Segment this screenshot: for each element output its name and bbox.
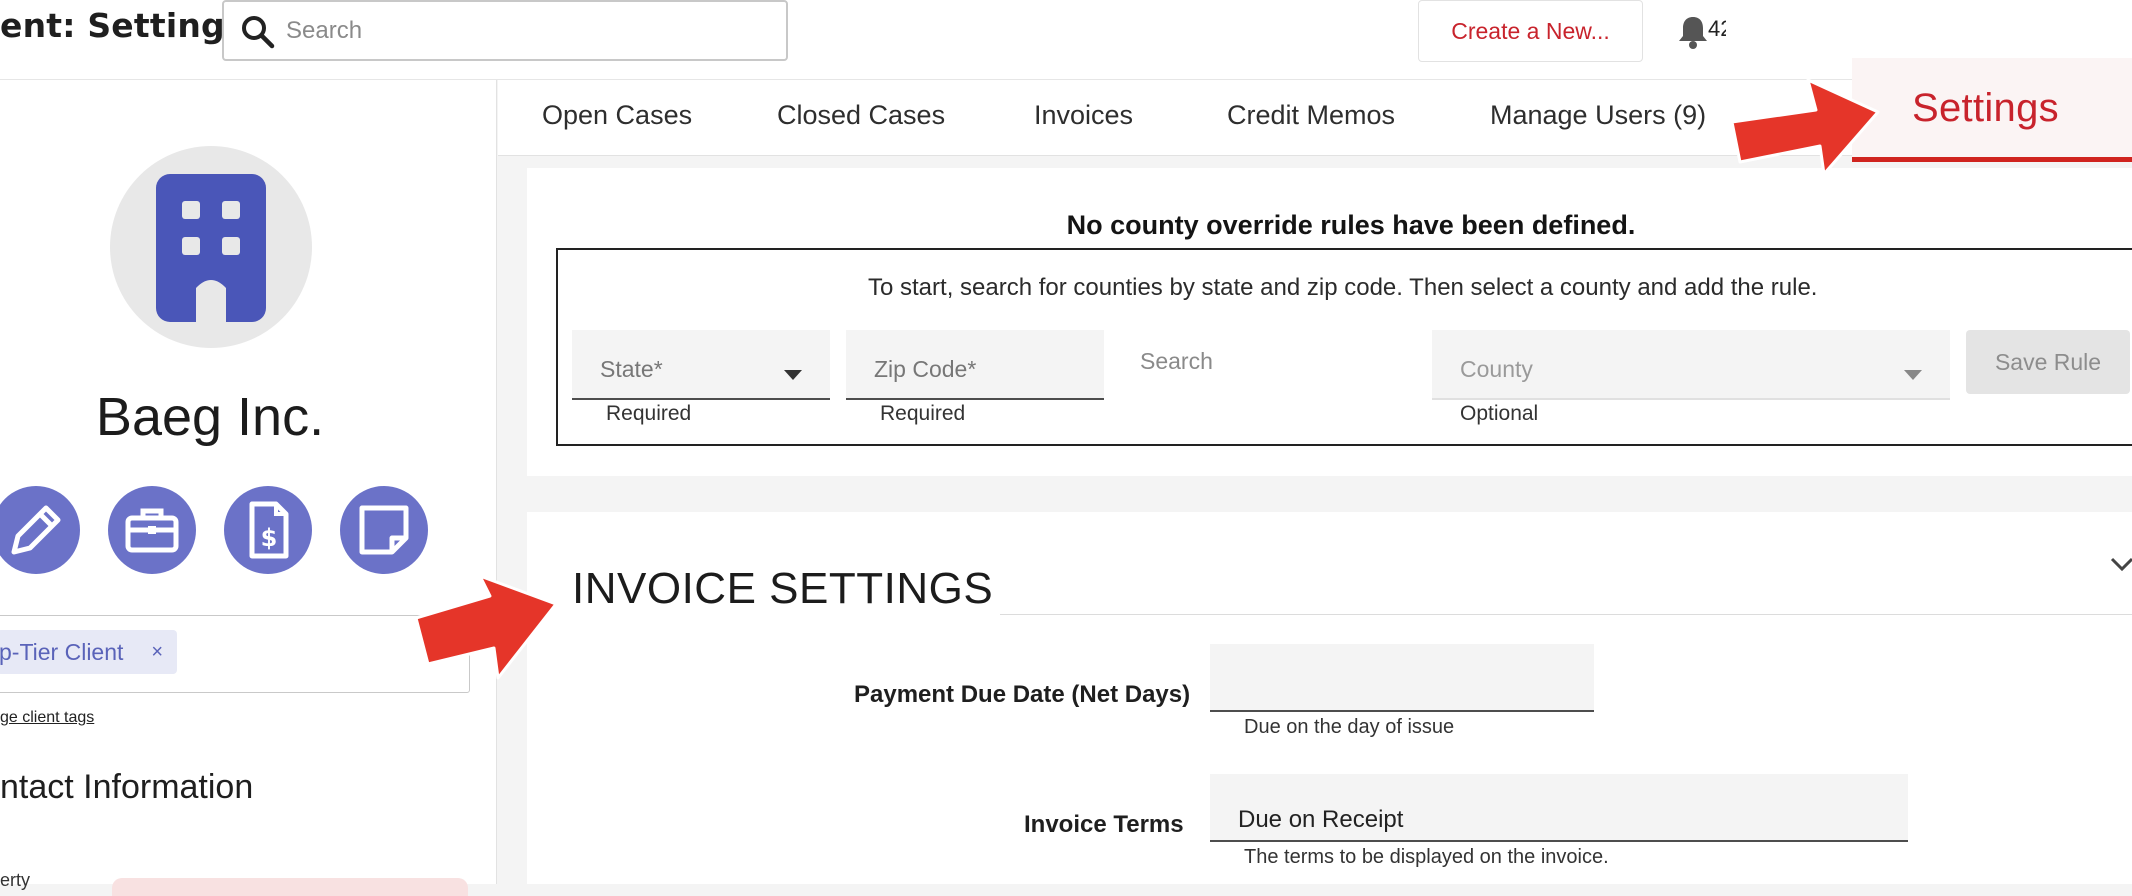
no-rules-message: No county override rules have been defin… — [1066, 210, 1636, 240]
page-title: ent: Settings — [0, 6, 245, 45]
tab-open-cases[interactable]: Open Cases — [542, 100, 692, 131]
payment-due-help: Due on the day of issue — [1244, 716, 1455, 738]
payment-due-label: Payment Due Date (Net Days) — [854, 681, 1191, 708]
state-help-text: Required — [606, 402, 692, 425]
client-tags-field[interactable]: p-Tier Client × — [0, 615, 470, 693]
remove-tag-icon[interactable]: × — [151, 630, 163, 674]
tab-closed-cases[interactable]: Closed Cases — [777, 100, 945, 131]
avatar — [110, 146, 312, 348]
search-input[interactable] — [286, 10, 766, 52]
invoice-document-icon: $ — [249, 501, 289, 559]
briefcase-icon — [125, 508, 179, 553]
chevron-down-icon[interactable] — [2106, 550, 2132, 576]
invoice-button[interactable]: $ — [224, 486, 312, 574]
annotation-arrow-icon — [1730, 78, 1880, 176]
manage-tags-link[interactable]: ge client tags — [0, 709, 94, 727]
county-select[interactable]: County — [1432, 330, 1950, 400]
tab-manage-users[interactable]: Manage Users (9) — [1490, 100, 1706, 131]
county-help-text: Optional — [1460, 402, 1539, 425]
county-search-button[interactable]: Search — [1140, 348, 1213, 375]
county-label: County — [1460, 356, 1533, 382]
tab-invoices[interactable]: Invoices — [1034, 100, 1133, 131]
notification-count: 42 — [1708, 16, 1726, 41]
bell-icon[interactable] — [1676, 14, 1710, 50]
county-instruction: To start, search for counties by state a… — [868, 274, 1818, 301]
state-select[interactable]: State* — [572, 330, 830, 400]
invoice-settings-heading: INVOICE SETTINGS — [572, 564, 994, 613]
edit-button[interactable] — [0, 486, 80, 574]
tab-settings-label: Settings — [1912, 86, 2059, 130]
chevron-down-icon — [1904, 370, 1922, 380]
contact-information-heading: ntact Information — [0, 768, 254, 806]
save-rule-button[interactable]: Save Rule — [1966, 330, 2130, 394]
tag-label: p-Tier Client — [0, 639, 124, 665]
create-new-button[interactable]: Create a New... — [1418, 0, 1643, 62]
svg-text:$: $ — [261, 524, 278, 552]
invoice-terms-field[interactable]: Due on Receipt — [1210, 774, 1908, 842]
building-icon — [156, 174, 266, 322]
contact-property-label: erty — [0, 870, 31, 890]
top-bar: ent: Settings Create a New... 42 — [0, 0, 2132, 80]
invoice-terms-label: Invoice Terms — [1024, 811, 1184, 838]
invoice-terms-help: The terms to be displayed on the invoice… — [1244, 846, 1609, 868]
zip-help-text: Required — [880, 402, 966, 425]
client-panel: Baeg Inc. $ p-Tier Client × ge client ta… — [0, 80, 497, 896]
sticky-note-icon — [359, 505, 409, 555]
contact-property-field[interactable] — [112, 878, 468, 896]
tab-settings[interactable]: Settings — [1852, 58, 2132, 162]
invoice-terms-value: Due on Receipt — [1238, 806, 1404, 833]
annotation-arrow-icon — [414, 574, 558, 680]
search-icon — [242, 16, 275, 49]
search-box[interactable] — [222, 0, 788, 61]
chevron-down-icon — [784, 370, 802, 380]
zip-code-field[interactable]: Zip Code* — [846, 330, 1104, 400]
cases-button[interactable] — [108, 486, 196, 574]
section-divider — [1000, 614, 2132, 615]
pencil-icon — [11, 505, 61, 555]
tag-chip: p-Tier Client × — [0, 630, 177, 674]
notes-button[interactable] — [340, 486, 428, 574]
company-name: Baeg Inc. — [95, 387, 325, 447]
payment-due-field[interactable] — [1210, 644, 1594, 712]
zip-code-label: Zip Code* — [874, 356, 977, 382]
state-label: State* — [600, 356, 663, 382]
tab-credit-memos[interactable]: Credit Memos — [1227, 100, 1395, 131]
county-rule-form: To start, search for counties by state a… — [556, 248, 2132, 446]
